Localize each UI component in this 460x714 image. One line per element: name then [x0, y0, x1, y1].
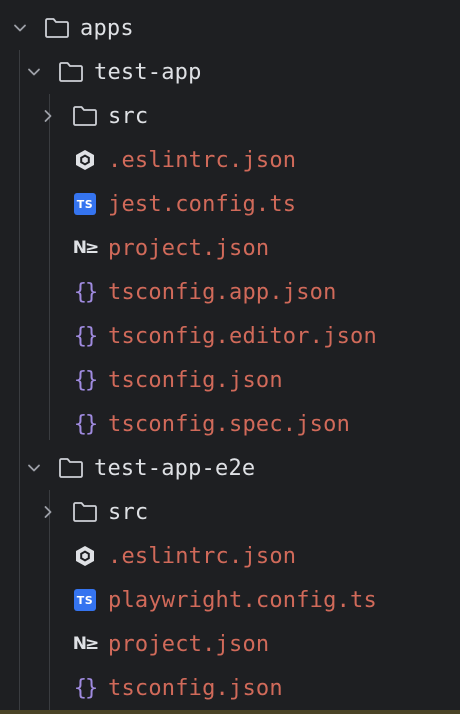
tree-node-label: src [108, 499, 149, 525]
tree-file-eslintrc[interactable]: .eslintrc.json [0, 138, 460, 182]
tree-file-eslintrc[interactable]: .eslintrc.json [0, 534, 460, 578]
eslint-icon [72, 147, 98, 173]
tree-node-test-app-e2e[interactable]: test-app-e2e [0, 446, 460, 490]
chevron-down-icon[interactable] [24, 62, 44, 82]
tree-file-project-json[interactable]: N≥ project.json [0, 226, 460, 270]
tree-node-src[interactable]: src [0, 94, 460, 138]
tree-file-label: tsconfig.json [108, 367, 283, 393]
nx-icon: N≥ [72, 634, 100, 654]
folder-icon [58, 455, 84, 481]
eslint-icon [72, 543, 98, 569]
chevron-right-icon[interactable] [38, 106, 58, 126]
tree-node-label: test-app-e2e [94, 455, 256, 481]
tree-file-playwright-config[interactable]: TS playwright.config.ts [0, 578, 460, 622]
tree-file-tsconfig-app[interactable]: {} tsconfig.app.json [0, 270, 460, 314]
tree-file-jest-config[interactable]: TS jest.config.ts [0, 182, 460, 226]
json-icon: {} [73, 323, 98, 349]
tree-file-label: project.json [108, 631, 270, 657]
typescript-icon: TS [72, 191, 98, 217]
tree-file-tsconfig[interactable]: {} tsconfig.json [0, 666, 460, 710]
json-icon: {} [73, 279, 98, 305]
chevron-right-icon[interactable] [38, 502, 58, 522]
tree-node-label: test-app [94, 59, 202, 85]
chevron-down-icon[interactable] [10, 18, 30, 38]
folder-icon [72, 103, 98, 129]
typescript-icon: TS [72, 587, 98, 613]
tree-node-test-app[interactable]: test-app [0, 50, 460, 94]
tree-file-label: tsconfig.json [108, 675, 283, 701]
json-icon: {} [73, 411, 98, 437]
tree-node-label: apps [80, 15, 134, 41]
tree-file-label: tsconfig.editor.json [108, 323, 377, 349]
tree-file-label: .eslintrc.json [108, 543, 297, 569]
tree-file-label: tsconfig.spec.json [108, 411, 351, 437]
tree-node-apps[interactable]: apps [0, 6, 460, 50]
bottom-edge-strip [0, 710, 460, 714]
json-icon: {} [73, 367, 98, 393]
json-icon: {} [73, 675, 98, 701]
tree-file-label: playwright.config.ts [108, 587, 377, 613]
tree-file-tsconfig-editor[interactable]: {} tsconfig.editor.json [0, 314, 460, 358]
tree-file-tsconfig[interactable]: {} tsconfig.json [0, 358, 460, 402]
tree-file-label: jest.config.ts [108, 191, 297, 217]
tree-file-label: .eslintrc.json [108, 147, 297, 173]
tree-node-label: src [108, 103, 149, 129]
chevron-down-icon[interactable] [24, 458, 44, 478]
folder-icon [44, 15, 70, 41]
tree-file-label: project.json [108, 235, 270, 261]
tree-file-tsconfig-spec[interactable]: {} tsconfig.spec.json [0, 402, 460, 446]
folder-icon [72, 499, 98, 525]
tree-file-project-json[interactable]: N≥ project.json [0, 622, 460, 666]
tree-node-src[interactable]: src [0, 490, 460, 534]
nx-icon: N≥ [72, 238, 100, 258]
folder-icon [58, 59, 84, 85]
tree-file-label: tsconfig.app.json [108, 279, 337, 305]
project-tree: apps test-app src .eslintrc.json TS jest… [0, 0, 460, 714]
